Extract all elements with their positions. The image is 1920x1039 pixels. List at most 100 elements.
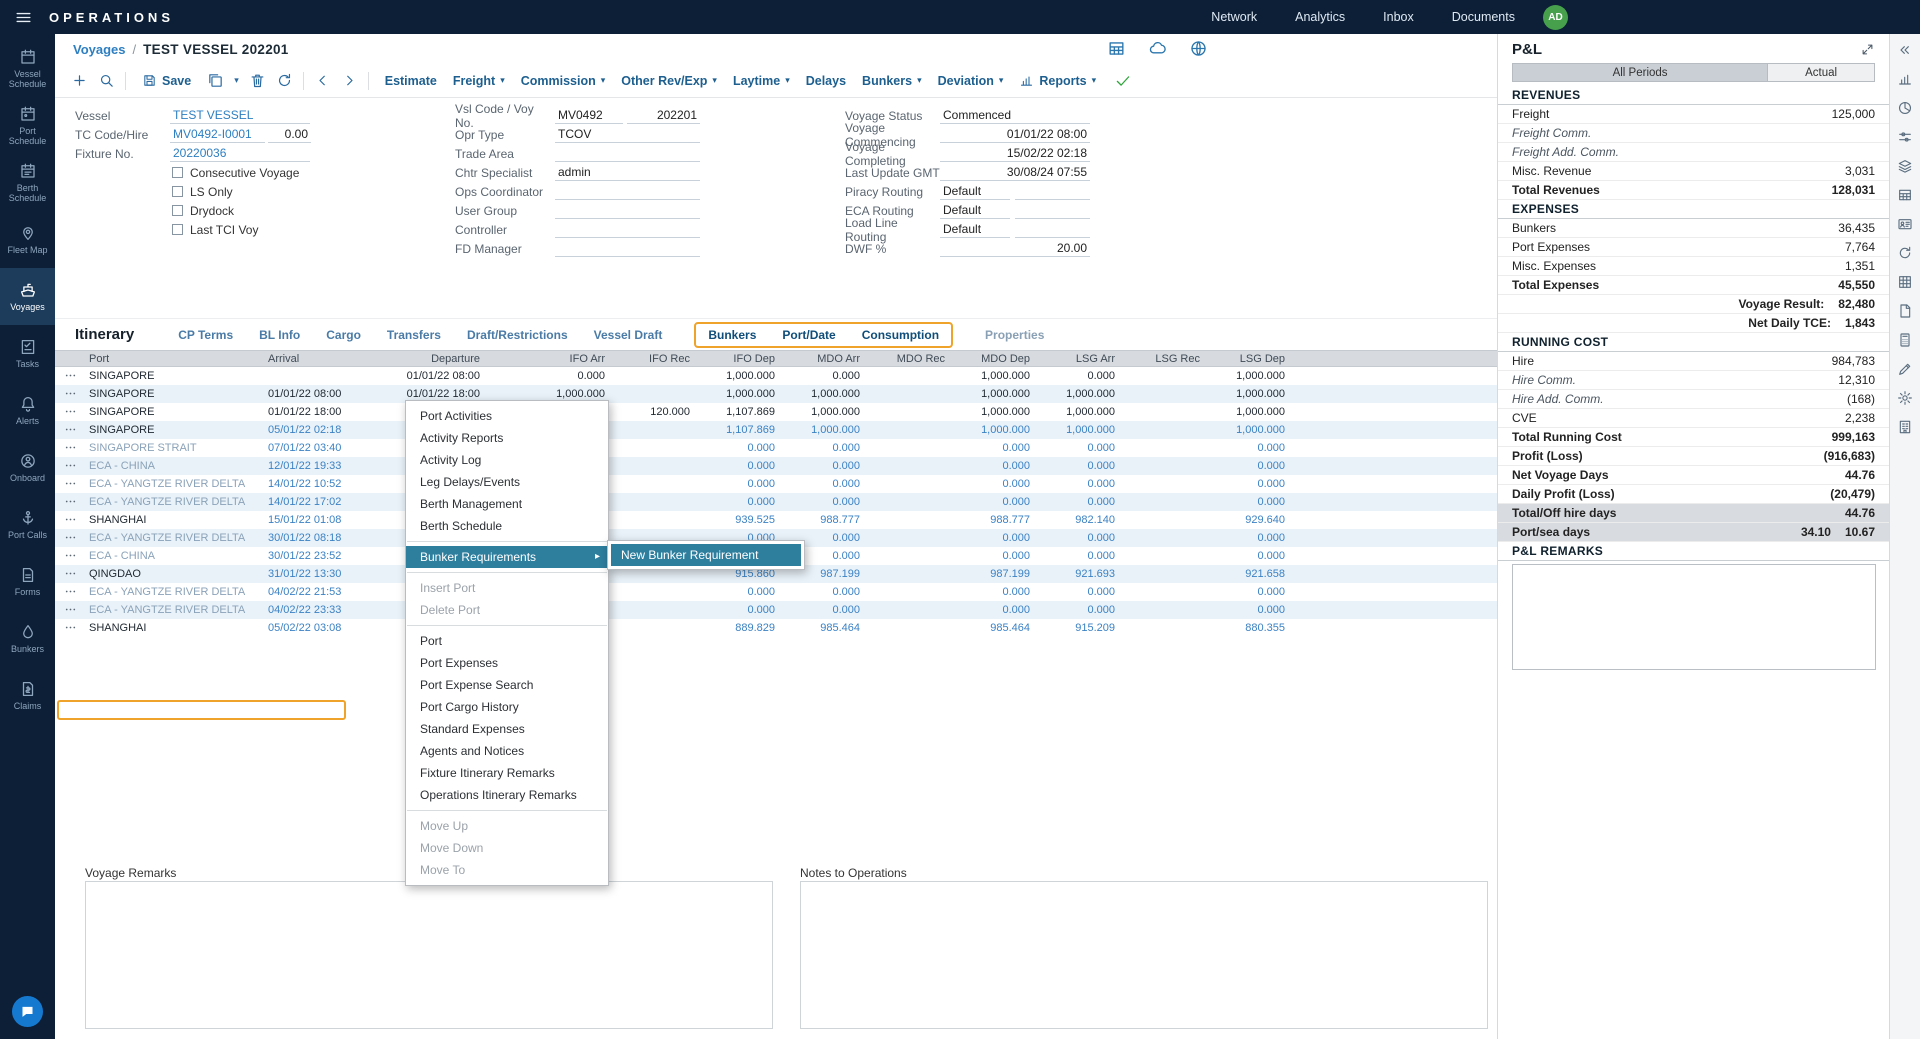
- sidebar-item[interactable]: Claims: [0, 667, 55, 724]
- toolbar-menu-button[interactable]: Laytime ▾: [727, 74, 796, 88]
- routing-field[interactable]: Default: [940, 184, 1010, 200]
- row-menu-icon[interactable]: [55, 511, 85, 529]
- toolbar-menu-button[interactable]: Freight ▾: [447, 74, 511, 88]
- arrival-cell[interactable]: 31/01/22 13:30: [268, 568, 348, 580]
- context-menu-item[interactable]: Move Up: [406, 815, 608, 837]
- lsg-dep-cell[interactable]: 1,000.000: [1210, 406, 1295, 418]
- ifo-dep-cell[interactable]: 0.000: [700, 442, 785, 454]
- tc-code-field[interactable]: MV0492-I0001: [170, 127, 265, 143]
- rail-icon[interactable]: [1897, 129, 1913, 145]
- voyage-remarks-input[interactable]: [85, 881, 773, 1029]
- mdo-dep-cell[interactable]: 985.464: [955, 622, 1040, 634]
- table-row[interactable]: ECA - YANGTZE RIVER DELTA 14/01/22 10:52…: [55, 475, 1497, 493]
- toolbar-menu-button[interactable]: Deviation ▾: [932, 74, 1010, 88]
- row-menu-icon[interactable]: [55, 439, 85, 457]
- ifo-dep-cell[interactable]: 889.829: [700, 622, 785, 634]
- lsg-dep-cell[interactable]: 0.000: [1210, 604, 1295, 616]
- sidebar-item[interactable]: Vessel Schedule: [0, 40, 55, 97]
- lsg-dep-cell[interactable]: 1,000.000: [1210, 370, 1295, 382]
- checkbox[interactable]: [172, 224, 183, 235]
- lsg-arr-cell[interactable]: 0.000: [1040, 550, 1125, 562]
- toolbar-menu-button[interactable]: Bunkers ▾: [856, 74, 928, 88]
- table-row[interactable]: ECA - YANGTZE RIVER DELTA 04/02/22 23:33…: [55, 601, 1497, 619]
- arrival-cell[interactable]: 07/01/22 03:40: [268, 442, 348, 454]
- rail-icon[interactable]: [1897, 361, 1913, 377]
- lsg-dep-cell[interactable]: 0.000: [1210, 478, 1295, 490]
- globe-icon[interactable]: [1189, 39, 1208, 58]
- row-menu-icon[interactable]: [55, 457, 85, 475]
- port-cell[interactable]: SINGAPORE: [85, 406, 268, 418]
- refresh-icon[interactable]: [276, 72, 293, 89]
- add-icon[interactable]: [71, 72, 88, 89]
- arrival-cell[interactable]: 30/01/22 23:52: [268, 550, 348, 562]
- toolbar-menu-button[interactable]: Estimate ▾: [379, 74, 443, 88]
- mdo-dep-cell[interactable]: 987.199: [955, 568, 1040, 580]
- checkbox-row[interactable]: LS Only: [75, 182, 311, 201]
- lsg-arr-cell[interactable]: 0.000: [1040, 532, 1125, 544]
- expand-icon[interactable]: [1860, 42, 1875, 57]
- lsg-arr-cell[interactable]: 0.000: [1040, 370, 1125, 382]
- submenu-item[interactable]: New Bunker Requirement: [611, 544, 801, 566]
- mdo-arr-cell[interactable]: 0.000: [785, 496, 870, 508]
- form-field[interactable]: [555, 184, 700, 200]
- routing-extra-field[interactable]: [1015, 184, 1090, 200]
- column-header[interactable]: Arrival: [268, 353, 348, 365]
- itinerary-tab-highlighted[interactable]: Port/Date: [782, 328, 835, 342]
- arrival-cell[interactable]: 01/01/22 08:00: [268, 388, 348, 400]
- form-field[interactable]: admin: [555, 165, 700, 181]
- arrival-cell[interactable]: 04/02/22 21:53: [268, 586, 348, 598]
- sidebar-item[interactable]: Voyages: [0, 268, 55, 325]
- lsg-arr-cell[interactable]: 0.000: [1040, 460, 1125, 472]
- column-header[interactable]: LSG Arr: [1040, 353, 1125, 365]
- checkbox-row[interactable]: Drydock: [75, 201, 311, 220]
- rail-icon[interactable]: [1897, 274, 1913, 290]
- arrival-cell[interactable]: 30/01/22 08:18: [268, 532, 348, 544]
- routing-field[interactable]: Default: [940, 222, 1010, 238]
- top-nav-item[interactable]: Network: [1211, 10, 1257, 24]
- context-menu-item[interactable]: Insert Port: [406, 577, 608, 599]
- mdo-arr-cell[interactable]: 1,000.000: [785, 424, 870, 436]
- arrival-cell[interactable]: 04/02/22 23:33: [268, 604, 348, 616]
- port-cell[interactable]: SHANGHAI: [85, 622, 268, 634]
- itinerary-tab-highlighted[interactable]: Consumption: [862, 328, 939, 342]
- ifo-dep-cell[interactable]: 1,000.000: [700, 388, 785, 400]
- rail-icon[interactable]: [1897, 390, 1913, 406]
- table-row[interactable]: SINGAPORE 01/01/22 08:00 01/01/22 18:00 …: [55, 385, 1497, 403]
- rail-icon[interactable]: [1897, 245, 1913, 261]
- row-menu-icon[interactable]: [55, 403, 85, 421]
- date-field[interactable]: 15/02/22 02:18: [940, 146, 1090, 162]
- mdo-arr-cell[interactable]: 0.000: [785, 478, 870, 490]
- mdo-dep-cell[interactable]: 0.000: [955, 550, 1040, 562]
- lsg-arr-cell[interactable]: 921.693: [1040, 568, 1125, 580]
- arrival-cell[interactable]: 01/01/22 18:00: [268, 406, 348, 418]
- context-menu-item[interactable]: Activity Log: [406, 449, 608, 471]
- lsg-dep-cell[interactable]: 1,000.000: [1210, 424, 1295, 436]
- tab-actual[interactable]: Actual: [1767, 64, 1874, 81]
- row-menu-icon[interactable]: [55, 619, 85, 637]
- context-menu-item[interactable]: [407, 541, 607, 542]
- lsg-arr-cell[interactable]: 1,000.000: [1040, 424, 1125, 436]
- rail-icon[interactable]: [1897, 158, 1913, 174]
- tc-hire-field[interactable]: 0.00: [268, 127, 311, 143]
- context-menu-item[interactable]: Standard Expenses: [406, 718, 608, 740]
- port-cell[interactable]: ECA - YANGTZE RIVER DELTA: [85, 496, 268, 508]
- search-icon[interactable]: [98, 72, 115, 89]
- ifo-rec-cell[interactable]: 120.000: [615, 406, 700, 418]
- form-field[interactable]: TCOV: [555, 127, 700, 143]
- arrival-cell[interactable]: 14/01/22 10:52: [268, 478, 348, 490]
- row-menu-icon[interactable]: [55, 367, 85, 385]
- checkbox-row[interactable]: Last TCI Voy: [75, 220, 311, 239]
- routing-field[interactable]: Default: [940, 203, 1010, 219]
- delete-icon[interactable]: [249, 72, 266, 89]
- routing-extra-field[interactable]: [1015, 203, 1090, 219]
- routing-extra-field[interactable]: [1015, 222, 1090, 238]
- arrival-cell[interactable]: 05/01/22 02:18: [268, 424, 348, 436]
- context-menu-item[interactable]: [407, 572, 607, 573]
- checkbox[interactable]: [172, 205, 183, 216]
- mdo-arr-cell[interactable]: 0.000: [785, 442, 870, 454]
- mdo-arr-cell[interactable]: 0.000: [785, 370, 870, 382]
- context-menu-item[interactable]: Move To: [406, 859, 608, 881]
- form-field[interactable]: [555, 146, 700, 162]
- ifo-dep-cell[interactable]: 1,107.869: [700, 406, 785, 418]
- context-menu-item[interactable]: Port Expense Search: [406, 674, 608, 696]
